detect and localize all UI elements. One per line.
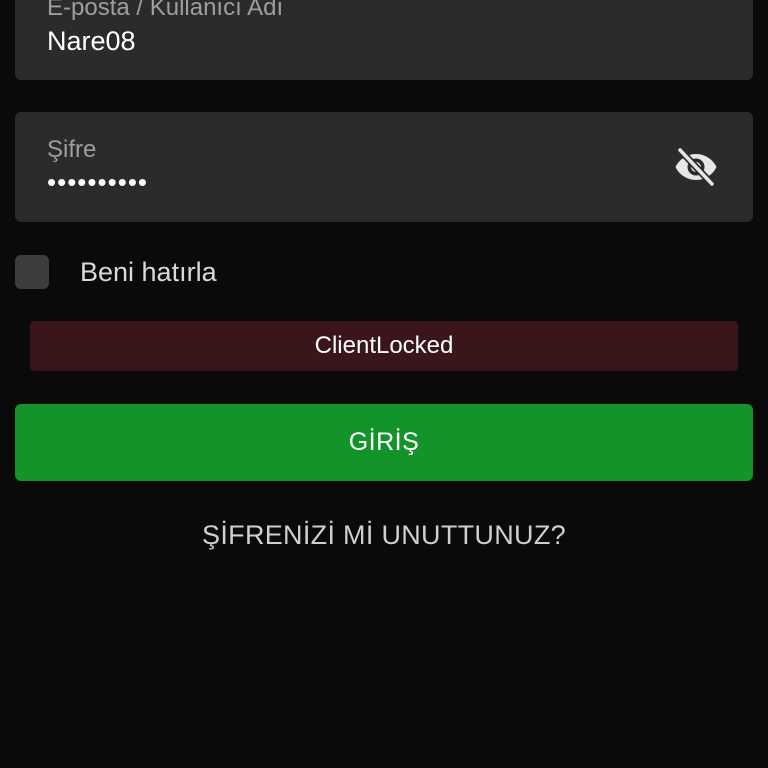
login-button-label[interactable]: GİRİŞ [349, 428, 420, 457]
remember-me-checkbox[interactable] [15, 255, 49, 289]
password-field[interactable]: Şifre •••••••••• [15, 112, 753, 222]
remember-me-row[interactable]: Beni hatırla [15, 254, 217, 290]
error-message: ClientLocked [314, 332, 454, 359]
forgot-password-link[interactable]: ŞİFRENİZİ Mİ UNUTTUNUZ? [0, 520, 768, 551]
eye-off-icon[interactable] [673, 147, 719, 187]
username-input-value[interactable]: Nare08 [47, 26, 136, 57]
login-screen: E-posta / Kullanıcı Adı Nare08 Şifre •••… [0, 0, 768, 768]
password-input-value[interactable]: •••••••••• [47, 167, 148, 198]
remember-me-label[interactable]: Beni hatırla [80, 257, 217, 288]
username-label: E-posta / Kullanıcı Adı [47, 0, 284, 21]
username-field[interactable]: E-posta / Kullanıcı Adı Nare08 [15, 0, 753, 80]
error-banner: ClientLocked [30, 321, 738, 371]
password-label: Şifre [47, 136, 97, 163]
login-button[interactable]: GİRİŞ [15, 404, 753, 481]
